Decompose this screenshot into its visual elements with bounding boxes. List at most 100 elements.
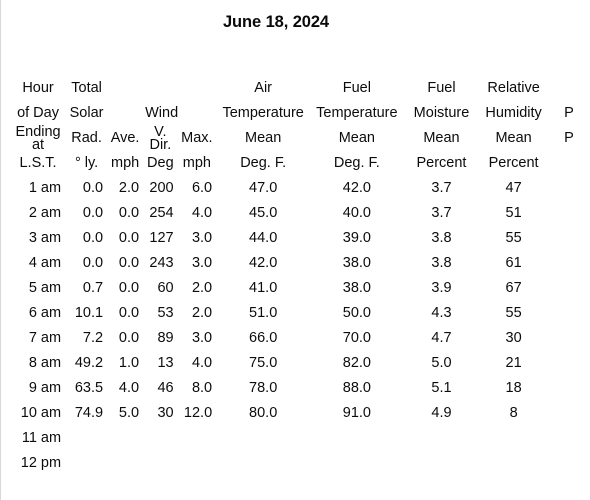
cell-fuel-temp-mean: 38.0: [342, 280, 371, 296]
cell-wind-ave: 5.0: [118, 405, 140, 421]
header-hour-at: at: [31, 136, 45, 153]
cell-fuel-temp-mean: [310, 451, 403, 476]
cell-air-temp-mean: 45.0: [249, 205, 278, 221]
header-fuel-moisture-line2: Moisture: [413, 105, 470, 121]
cell-rel-humidity-mean: 30: [505, 330, 522, 346]
units-wind-dir: Deg: [147, 155, 174, 171]
header-fuel-temp-line1: Fuel: [342, 80, 371, 96]
cell-precip: [548, 276, 590, 301]
weather-observations-table: Hour Total Air Fuel Fuel Relative of Day…: [10, 76, 590, 476]
cell-wind-v-dir: 127: [149, 230, 174, 246]
cell-total-solar-rad: 10.1: [74, 305, 104, 321]
units-fuel-temp: Deg. F.: [333, 155, 380, 171]
cell-fuel-moisture-mean: 3.8: [431, 255, 452, 271]
cell-fuel-temp-mean: 40.0: [342, 205, 371, 221]
cell-total-solar-rad: 0.7: [82, 280, 104, 296]
cell-total-solar-rad: 74.9: [74, 405, 104, 421]
cell-rel-humidity-mean: 18: [505, 380, 522, 396]
units-wind-ave: mph: [110, 155, 140, 171]
table-row: 12 pm: [10, 451, 590, 476]
cell-rel-humidity-mean: 61: [505, 255, 522, 271]
cell-fuel-moisture-mean: 4.7: [431, 330, 452, 346]
cell-wind-max: [178, 426, 217, 451]
cell-wind-max: 12.0: [183, 405, 213, 421]
cell-hour: 5 am: [28, 280, 62, 296]
header-rel-humidity-line2: Humidity: [485, 105, 542, 121]
cell-wind-ave: 0.0: [118, 305, 140, 321]
header-solar-rad: Rad.: [71, 130, 102, 146]
cell-precip: [548, 451, 590, 476]
cell-hour: 4 am: [28, 255, 62, 271]
cell-hour: 1 am: [28, 180, 62, 196]
cell-fuel-moisture-mean: [404, 426, 480, 451]
cell-wind-max: 8.0: [191, 380, 213, 396]
cell-wind-ave: 0.0: [118, 230, 140, 246]
cell-hour: 8 am: [28, 355, 62, 371]
cell-total-solar-rad: 63.5: [74, 380, 104, 396]
cell-wind-v-dir: 46: [157, 380, 174, 396]
cell-fuel-temp-mean: 50.0: [342, 305, 371, 321]
header-precip-line2: P: [564, 105, 574, 121]
cell-wind-ave: [107, 451, 143, 476]
cell-air-temp-mean: 47.0: [249, 180, 278, 196]
header-air-temp-line2: Temperature: [222, 105, 304, 121]
cell-total-solar-rad: 0.0: [82, 255, 104, 271]
table-header: Hour Total Air Fuel Fuel Relative of Day…: [10, 76, 590, 176]
units-precip: [548, 151, 590, 176]
cell-fuel-temp-mean: 88.0: [342, 380, 371, 396]
units-fuel-moisture: Percent: [416, 155, 467, 171]
cell-hour: 6 am: [28, 305, 62, 321]
units-hour: L.S.T.: [19, 155, 57, 171]
cell-rel-humidity-mean: 55: [505, 230, 522, 246]
cell-total-solar-rad: [66, 451, 107, 476]
cell-wind-max: 3.0: [191, 255, 213, 271]
cell-air-temp-mean: 66.0: [249, 330, 278, 346]
cell-air-temp-mean: 75.0: [249, 355, 278, 371]
cell-wind-ave: 0.0: [118, 280, 140, 296]
table-row: 9 am 63.5 4.0 46 8.0 78.0 88.0 5.1 18: [10, 376, 590, 401]
cell-total-solar-rad: 49.2: [74, 355, 104, 371]
header-air-temp-mean: Mean: [245, 130, 282, 146]
cell-rel-humidity-mean: 55: [505, 305, 522, 321]
header-row-3: Ending at Rad. Ave. V. Dir. Max. Mean Me…: [10, 125, 590, 153]
header-fuel-moisture-line1: Fuel: [427, 80, 456, 96]
cell-total-solar-rad: [66, 426, 107, 451]
cell-wind-ave: 0.0: [118, 255, 140, 271]
cell-wind-v-dir: 53: [157, 305, 174, 321]
header-wind-ave: Ave.: [110, 130, 140, 146]
cell-fuel-moisture-mean: 3.8: [431, 230, 452, 246]
cell-fuel-temp-mean: 82.0: [342, 355, 371, 371]
header-row-2: of Day Solar Wind Temperature Temperatur…: [10, 101, 590, 126]
cell-precip: [548, 201, 590, 226]
cell-wind-max: [178, 451, 217, 476]
header-hour-ending-at: Ending at: [10, 125, 66, 153]
cell-fuel-temp-mean: 39.0: [342, 230, 371, 246]
cell-hour: 2 am: [28, 205, 62, 221]
header-fuel-temp-mean: Mean: [338, 130, 375, 146]
cell-wind-ave: 4.0: [118, 380, 140, 396]
cell-air-temp-mean: 44.0: [249, 230, 278, 246]
cell-air-temp-mean: [216, 451, 310, 476]
cell-precip: [548, 251, 590, 276]
cell-wind-v-dir: 30: [157, 405, 174, 421]
cell-rel-humidity-mean: [479, 426, 547, 451]
header-rel-humidity-line1: Relative: [487, 80, 540, 96]
header-wind-dir-line1: [143, 76, 178, 101]
header-precip-line1: [548, 76, 590, 101]
cell-wind-ave: 1.0: [118, 355, 140, 371]
cell-wind-max: 4.0: [191, 355, 213, 371]
cell-wind-v-dir: 254: [149, 205, 174, 221]
cell-fuel-temp-mean: 91.0: [342, 405, 371, 421]
table-row: 7 am 7.2 0.0 89 3.0 66.0 70.0 4.7 30: [10, 326, 590, 351]
cell-wind-v-dir: [143, 451, 178, 476]
header-fuel-temp-line2: Temperature: [316, 105, 398, 121]
page-title: June 18, 2024: [222, 13, 330, 31]
cell-wind-max: 2.0: [191, 280, 213, 296]
cell-fuel-moisture-mean: 3.7: [431, 205, 452, 221]
cell-fuel-moisture-mean: 3.7: [431, 180, 452, 196]
cell-air-temp-mean: 80.0: [249, 405, 278, 421]
cell-precip: [548, 426, 590, 451]
units-wind-max: mph: [182, 155, 211, 171]
cell-hour: 10 am: [20, 405, 62, 421]
units-air-temp: Deg. F.: [240, 155, 287, 171]
